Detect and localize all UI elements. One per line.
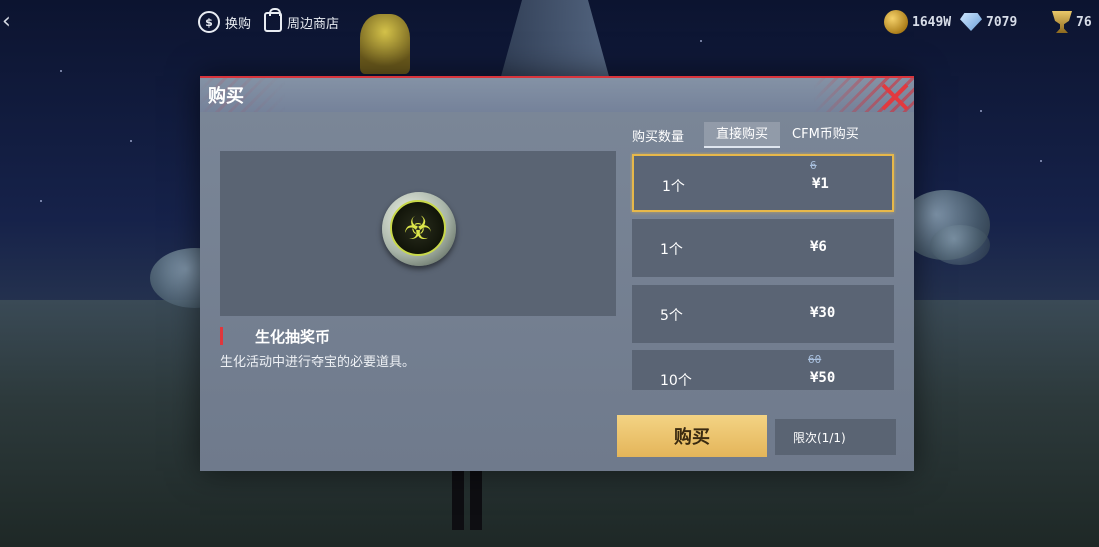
- background-legs: [452, 470, 482, 530]
- exchange-icon: $: [198, 11, 220, 33]
- star: [1040, 160, 1042, 162]
- exchange-link[interactable]: $ 换购: [198, 10, 251, 34]
- close-button[interactable]: [880, 82, 910, 112]
- item-name: 生化抽奖币: [255, 328, 331, 346]
- quantity-option[interactable]: 5个 ¥30: [632, 285, 894, 343]
- diamond-balance[interactable]: 7079: [960, 9, 1017, 35]
- background-dome: [930, 225, 990, 265]
- option-quantity: 5个: [660, 308, 683, 324]
- merch-shop-link[interactable]: 周边商店: [264, 8, 340, 34]
- purchase-dialog: 购买 ☣ 生化抽奖币 生化活动中进行夺宝的必要道具。 购买数量 直接购买 CFM…: [200, 76, 914, 471]
- tab-cfm-coin-purchase[interactable]: CFM币购买: [780, 122, 871, 148]
- option-price: ¥50: [810, 370, 836, 386]
- option-price: ¥6: [810, 239, 827, 255]
- option-quantity: 1个: [660, 242, 683, 258]
- gold-coin-icon: [884, 10, 908, 34]
- trophy-icon: [1052, 11, 1072, 33]
- close-icon: [880, 82, 910, 112]
- option-quantity: 10个: [660, 373, 692, 389]
- quantity-option[interactable]: 60 10个 ¥50: [632, 350, 894, 390]
- diamond-icon: [960, 13, 982, 31]
- merch-shop-label: 周边商店: [287, 16, 340, 32]
- dialog-header: 购买: [200, 76, 914, 112]
- purchase-limit-badge: 限次(1/1): [775, 419, 896, 455]
- biohazard-coin-icon: ☣: [382, 192, 456, 266]
- gold-amount: 1649W: [912, 14, 952, 30]
- header-accent-line: [200, 76, 914, 78]
- star: [130, 140, 132, 142]
- trophy-amount: 76: [1076, 14, 1092, 30]
- tab-direct-purchase[interactable]: 直接购买: [704, 122, 781, 148]
- item-description: 生化活动中进行夺宝的必要道具。: [220, 355, 416, 370]
- gold-balance[interactable]: 1649W: [884, 9, 951, 35]
- trophy-balance[interactable]: 76: [1052, 9, 1092, 35]
- option-price: ¥30: [810, 305, 836, 321]
- diamond-amount: 7079: [986, 14, 1018, 30]
- back-chevron-icon[interactable]: ‹: [2, 10, 24, 34]
- star: [40, 200, 42, 202]
- quantity-label: 购买数量: [632, 129, 685, 145]
- shopping-bag-icon: [264, 8, 282, 32]
- top-bar: ‹ $ 换购 周边商店 1649W 7079 76: [0, 0, 1099, 44]
- star: [60, 70, 62, 72]
- item-preview: ☣: [220, 151, 616, 316]
- header-stripes: [200, 76, 914, 112]
- original-price: 6: [810, 159, 817, 172]
- original-price: 60: [808, 353, 822, 366]
- purchase-tabs: 购买数量 直接购买 CFM币购买: [632, 122, 894, 148]
- exchange-label: 换购: [225, 16, 252, 32]
- star: [980, 110, 982, 112]
- biohazard-symbol-icon: ☣: [390, 200, 446, 256]
- quantity-option[interactable]: 6 1个 ¥1: [632, 154, 894, 212]
- option-price: ¥1: [812, 176, 829, 192]
- item-name-accent: [220, 327, 223, 345]
- buy-button[interactable]: 购买: [617, 415, 767, 457]
- quantity-option[interactable]: 1个 ¥6: [632, 219, 894, 277]
- dialog-title: 购买: [208, 86, 244, 107]
- quantity-options: 6 1个 ¥1 1个 ¥6 5个 ¥30 60 10个 ¥50: [630, 152, 896, 390]
- option-quantity: 1个: [662, 179, 685, 195]
